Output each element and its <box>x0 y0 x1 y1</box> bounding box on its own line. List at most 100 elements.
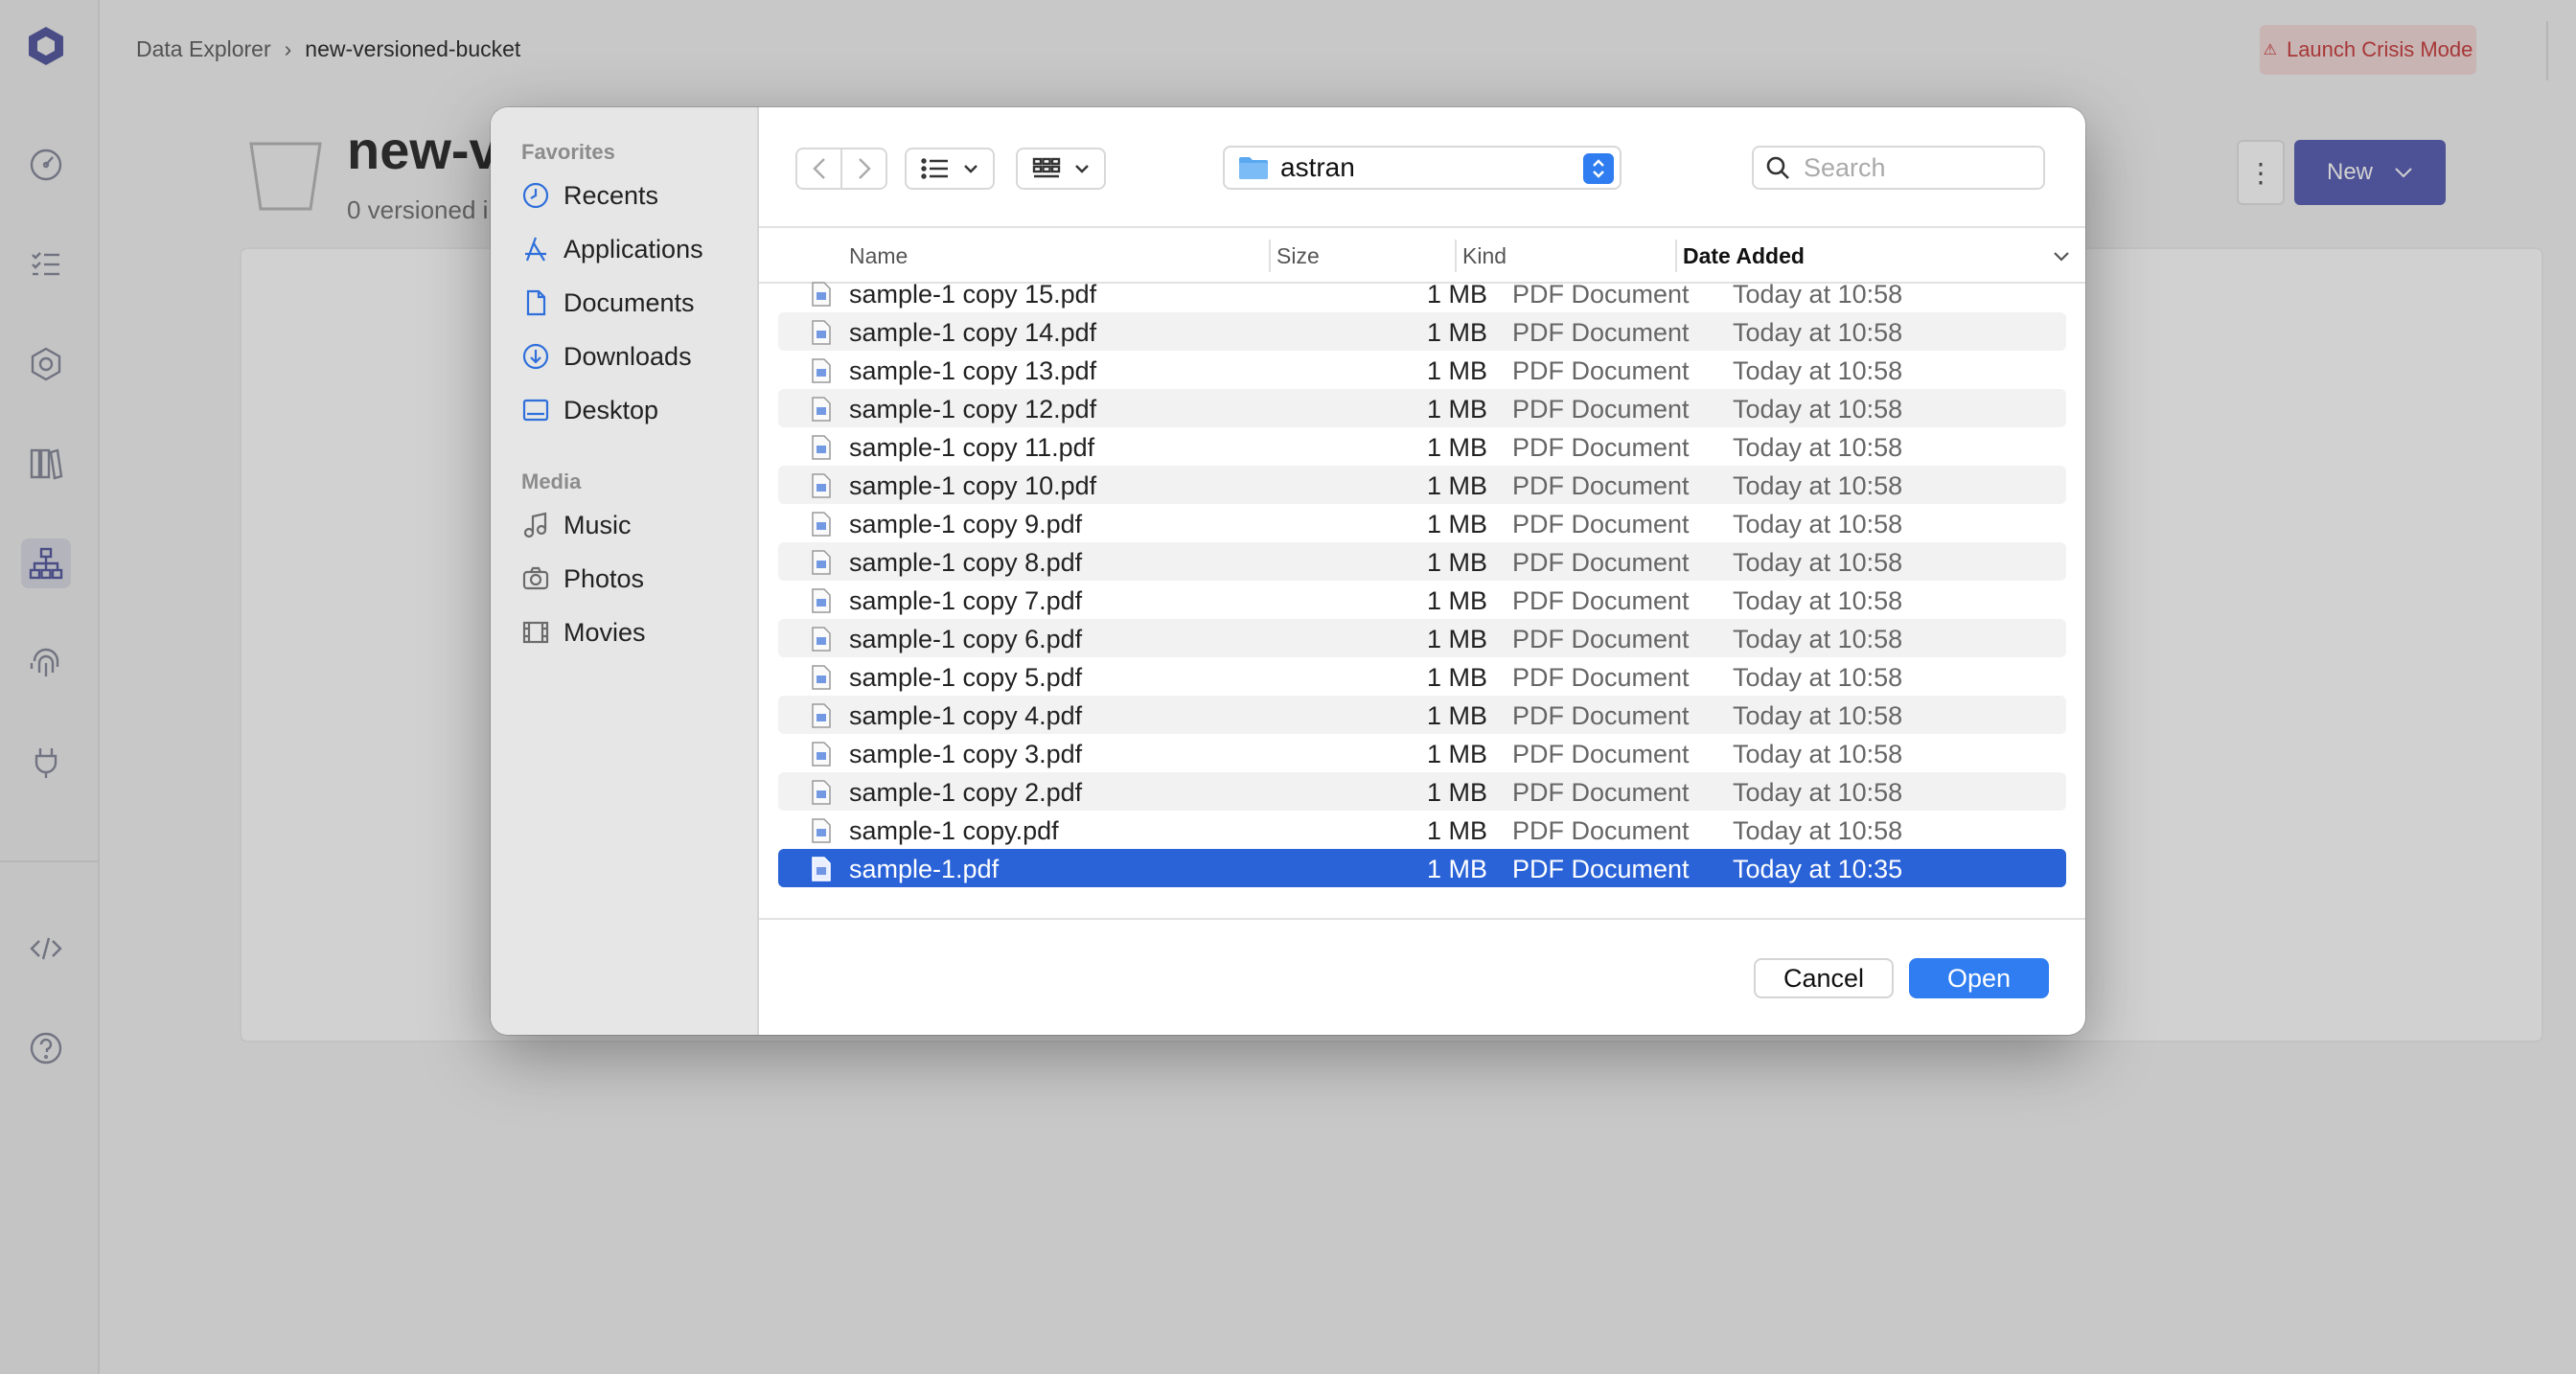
file-row[interactable]: sample-1 copy 8.pdf 1 MB PDF Document Today… <box>778 542 2066 581</box>
file-row[interactable]: sample-1 copy 2.pdf 1 MB PDF Document Today… <box>778 772 2066 811</box>
pdf-file-icon <box>812 512 831 537</box>
file-date-added: Today at 10:58 <box>1733 395 1903 424</box>
file-date-added: Today at 10:58 <box>1733 548 1903 577</box>
file-row[interactable]: sample-1 copy 14.pdf 1 MB PDF Document Toda… <box>778 312 2066 351</box>
file-row[interactable]: sample-1 copy 10.pdf 1 MB PDF Document Toda… <box>778 466 2066 504</box>
sidebar-item-label: Documents <box>564 287 695 317</box>
column-divider[interactable] <box>1455 240 1457 272</box>
file-date-added: Today at 10:58 <box>1733 740 1903 768</box>
file-size: 1 MB <box>1426 663 1487 692</box>
forward-button[interactable] <box>842 149 886 188</box>
pdf-file-icon <box>812 473 831 498</box>
file-name: sample-1 copy 5.pdf <box>849 663 1083 692</box>
pdf-file-icon <box>812 550 831 575</box>
file-size: 1 MB <box>1426 318 1487 347</box>
file-row[interactable]: sample-1 copy 3.pdf 1 MB PDF Document Today… <box>778 734 2066 772</box>
search-input[interactable] <box>1804 152 2014 183</box>
column-divider[interactable] <box>1269 240 1271 272</box>
file-name: sample-1 copy 6.pdf <box>849 625 1083 653</box>
list-view-button[interactable] <box>905 148 995 190</box>
file-date-added: Today at 10:58 <box>1733 586 1903 615</box>
pdf-file-icon <box>812 320 831 345</box>
file-kind: PDF Document <box>1512 816 1690 845</box>
music-icon <box>523 512 547 538</box>
file-name: sample-1 copy 4.pdf <box>849 701 1083 730</box>
file-kind: PDF Document <box>1512 433 1690 462</box>
file-name: sample-1 copy.pdf <box>849 816 1059 845</box>
sidebar-item-photos[interactable]: Photos <box>521 560 644 598</box>
download-icon <box>522 343 549 370</box>
sidebar-item-label: Recents <box>564 180 659 210</box>
file-kind: PDF Document <box>1512 510 1690 538</box>
pdf-file-icon <box>812 665 831 690</box>
sidebar-item-music[interactable]: Music <box>521 506 632 544</box>
favorites-section-label: Favorites <box>521 140 615 164</box>
file-size: 1 MB <box>1426 778 1487 807</box>
search-icon <box>1766 156 1789 179</box>
file-kind: PDF Document <box>1512 548 1690 577</box>
search-field[interactable] <box>1752 146 2045 190</box>
history-navigation <box>795 148 887 190</box>
file-date-added: Today at 10:58 <box>1733 625 1903 653</box>
file-date-added: Today at 10:58 <box>1733 280 1903 309</box>
file-row[interactable]: sample-1 copy 12.pdf 1 MB PDF Document Toda… <box>778 389 2066 427</box>
file-size: 1 MB <box>1426 625 1487 653</box>
sidebar-item-downloads[interactable]: Downloads <box>521 337 692 376</box>
current-folder-name: astran <box>1280 152 1355 182</box>
chevron-right-icon <box>858 158 871 179</box>
sidebar-item-recents[interactable]: Recents <box>521 176 658 215</box>
file-row[interactable]: sample-1 copy 9.pdf 1 MB PDF Document Today… <box>778 504 2066 542</box>
file-size: 1 MB <box>1426 586 1487 615</box>
back-button[interactable] <box>797 149 842 188</box>
file-kind: PDF Document <box>1512 586 1690 615</box>
file-name: sample-1 copy 11.pdf <box>849 433 1095 462</box>
file-name: sample-1 copy 14.pdf <box>849 318 1097 347</box>
file-size: 1 MB <box>1426 280 1487 309</box>
file-row[interactable]: sample-1 copy 15.pdf 1 MB PDF Document Toda… <box>778 274 2066 312</box>
file-row[interactable]: sample-1 copy 11.pdf 1 MB PDF Document Toda… <box>778 427 2066 466</box>
file-date-added: Today at 10:58 <box>1733 433 1903 462</box>
file-row[interactable]: sample-1 copy 5.pdf 1 MB PDF Document Today… <box>778 657 2066 696</box>
file-name: sample-1 copy 15.pdf <box>849 280 1097 309</box>
sidebar-item-movies[interactable]: Movies <box>521 613 646 652</box>
pdf-file-icon <box>812 282 831 307</box>
applications-icon <box>525 237 546 262</box>
file-size: 1 MB <box>1426 395 1487 424</box>
folder-location-select[interactable]: astran <box>1223 146 1622 190</box>
film-icon <box>522 621 549 644</box>
chevron-up-down-icon <box>1583 153 1614 184</box>
file-size: 1 MB <box>1426 510 1487 538</box>
pdf-file-icon <box>812 358 831 383</box>
file-row[interactable]: sample-1 copy 4.pdf 1 MB PDF Document Today… <box>778 696 2066 734</box>
sidebar-item-label: Movies <box>564 617 646 647</box>
dialog-footer-divider <box>759 918 2085 920</box>
cancel-button[interactable]: Cancel <box>1754 958 1894 998</box>
file-name: sample-1 copy 12.pdf <box>849 395 1097 424</box>
file-row[interactable]: sample-1.pdf 1 MB PDF Document Today at 10:… <box>778 849 2066 887</box>
file-row[interactable]: sample-1 copy.pdf 1 MB PDF Document Today a… <box>778 811 2066 849</box>
dialog-toolbar: astran <box>759 107 2085 228</box>
chevron-left-icon <box>812 158 825 179</box>
pdf-file-icon <box>812 435 831 460</box>
dialog-sidebar: Favorites Recents Applications Documents… <box>491 107 759 1035</box>
file-row[interactable]: sample-1 copy 13.pdf 1 MB PDF Document Toda… <box>778 351 2066 389</box>
column-divider[interactable] <box>1675 240 1677 272</box>
open-button[interactable]: Open <box>1909 958 2049 998</box>
file-row[interactable]: sample-1 copy 6.pdf 1 MB PDF Document Today… <box>778 619 2066 657</box>
file-row[interactable]: sample-1 copy 7.pdf 1 MB PDF Document Today… <box>778 581 2066 619</box>
document-icon <box>526 289 546 316</box>
sidebar-item-label: Downloads <box>564 341 692 371</box>
file-size: 1 MB <box>1426 816 1487 845</box>
sort-chevron-down-icon[interactable] <box>2053 251 2070 263</box>
grid-view-button[interactable] <box>1016 148 1106 190</box>
sidebar-item-applications[interactable]: Applications <box>521 230 703 268</box>
file-date-added: Today at 10:58 <box>1733 318 1903 347</box>
file-name: sample-1 copy 10.pdf <box>849 471 1097 500</box>
sidebar-item-desktop[interactable]: Desktop <box>521 391 658 429</box>
sidebar-item-documents[interactable]: Documents <box>521 284 695 322</box>
file-date-added: Today at 10:58 <box>1733 356 1903 385</box>
file-size: 1 MB <box>1426 855 1487 883</box>
grid-view-icon <box>1032 157 1061 178</box>
file-date-added: Today at 10:58 <box>1733 816 1903 845</box>
file-kind: PDF Document <box>1512 778 1690 807</box>
